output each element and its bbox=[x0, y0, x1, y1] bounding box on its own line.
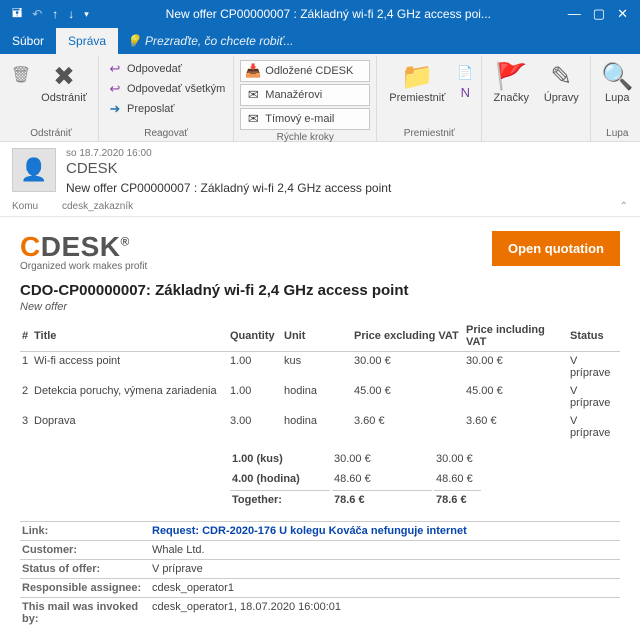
zoom-button[interactable]: 🔍Lupa bbox=[597, 60, 637, 106]
quickstep-c[interactable]: ✉Tímový e-mail bbox=[240, 108, 370, 130]
delete-button[interactable]: ✖Odstrániť bbox=[36, 60, 92, 106]
ribbon-group-move: 📁Premiestniť 📄 N Premiestniť bbox=[377, 56, 482, 141]
quotation-subtotal: 1.00 (kus)30.00 €30.00 € 4.00 (hodina)48… bbox=[228, 448, 483, 511]
tags-button[interactable]: 🚩Značky bbox=[488, 60, 534, 106]
message-subject: New offer CP00000007 : Základný wi-fi 2,… bbox=[66, 181, 628, 195]
move-button[interactable]: 📁Premiestniť bbox=[383, 60, 451, 106]
message-body: CDESK® Organized work makes profit Open … bbox=[0, 217, 640, 642]
message-header: 👤 so 18.7.2020 16:00 CDESK New offer CP0… bbox=[0, 142, 640, 199]
qat-dropdown-icon[interactable]: ▾ bbox=[84, 9, 89, 20]
rules-button[interactable]: 📄 bbox=[455, 64, 475, 82]
reply-button[interactable]: ↩Odpovedať bbox=[105, 60, 227, 78]
info-table: Link:Request: CDR-2020-176 U kolegu Ková… bbox=[20, 521, 620, 628]
menu-bar: Súbor Správa 💡 Prezraďte, čo chcete robi… bbox=[0, 28, 640, 54]
quickstep-a[interactable]: 📥Odložené CDESK bbox=[240, 60, 370, 82]
ribbon-group-quicksteps: 📥Odložené CDESK ✉Manažérovi ✉Tímový e-ma… bbox=[234, 56, 377, 141]
quotation-title: CDO-CP00000007: Základný wi-fi 2,4 GHz a… bbox=[20, 282, 620, 299]
qat-save-icon[interactable]: 🖬 bbox=[12, 4, 22, 25]
reply-all-button[interactable]: ↩Odpovedať všetkým bbox=[105, 80, 227, 98]
recipient-row: Komu cdesk_zakazník ⌃ bbox=[0, 199, 640, 217]
quotation-table: # Title Quantity Unit Price excluding VA… bbox=[20, 321, 620, 442]
avatar: 👤 bbox=[12, 148, 56, 192]
expand-header-icon[interactable]: ⌃ bbox=[620, 201, 628, 212]
quickstep-b[interactable]: ✉Manažérovi bbox=[240, 84, 370, 106]
tab-file[interactable]: Súbor bbox=[0, 28, 56, 54]
window-title: New offer CP00000007 : Základný wi-fi 2,… bbox=[97, 7, 560, 21]
tab-message[interactable]: Správa bbox=[56, 28, 118, 54]
ribbon-group-tags: 🚩Značky ✎Úpravy bbox=[482, 56, 591, 141]
quick-access-toolbar: 🖬 ↶ ↑ ↓ ▾ bbox=[4, 4, 97, 25]
ribbon: 🗑 ✖Odstrániť Odstrániť ↩Odpovedať ↩Odpov… bbox=[0, 54, 640, 142]
title-bar: 🖬 ↶ ↑ ↓ ▾ New offer CP00000007 : Základn… bbox=[0, 0, 640, 28]
qat-undo-icon[interactable]: ↶ bbox=[32, 7, 42, 21]
close-button[interactable]: ✕ bbox=[617, 6, 628, 22]
to-value: cdesk_zakazník bbox=[62, 201, 133, 212]
qat-up-icon[interactable]: ↑ bbox=[52, 7, 58, 21]
new-offer-label: New offer bbox=[20, 301, 620, 313]
minimize-button[interactable]: — bbox=[568, 6, 581, 22]
table-row: 2Detekcia poruchy, výmena zariadenia1.00… bbox=[20, 382, 620, 412]
window-controls: — ▢ ✕ bbox=[560, 6, 636, 22]
to-label: Komu bbox=[12, 201, 52, 212]
cdesk-logo: CDESK® Organized work makes profit bbox=[20, 231, 147, 272]
lightbulb-icon: 💡 bbox=[126, 34, 141, 48]
open-quotation-button[interactable]: Open quotation bbox=[492, 231, 620, 266]
forward-button[interactable]: ➜Preposlať bbox=[105, 100, 227, 118]
ignore-button[interactable]: 🗑 bbox=[10, 60, 32, 92]
message-from: CDESK bbox=[66, 160, 628, 177]
table-row: 3Doprava3.00hodina3.60 €3.60 €V príprave bbox=[20, 412, 620, 442]
table-row: 1Wi-fi access point1.00kus30.00 €30.00 €… bbox=[20, 352, 620, 383]
maximize-button[interactable]: ▢ bbox=[593, 6, 605, 22]
qat-down-icon[interactable]: ↓ bbox=[68, 7, 74, 21]
ribbon-group-zoom: 🔍Lupa Lupa bbox=[591, 56, 640, 141]
ribbon-group-respond: ↩Odpovedať ↩Odpovedať všetkým ➜Preposlať… bbox=[99, 56, 234, 141]
tellme-search[interactable]: 💡 Prezraďte, čo chcete robiť... bbox=[118, 34, 301, 48]
onenote-button[interactable]: N bbox=[455, 84, 475, 101]
ribbon-group-delete: 🗑 ✖Odstrániť Odstrániť bbox=[4, 56, 99, 141]
link-request[interactable]: Request: CDR-2020-176 U kolegu Kováča ne… bbox=[152, 525, 467, 537]
message-date: so 18.7.2020 16:00 bbox=[66, 148, 628, 159]
editing-button[interactable]: ✎Úpravy bbox=[538, 60, 584, 106]
